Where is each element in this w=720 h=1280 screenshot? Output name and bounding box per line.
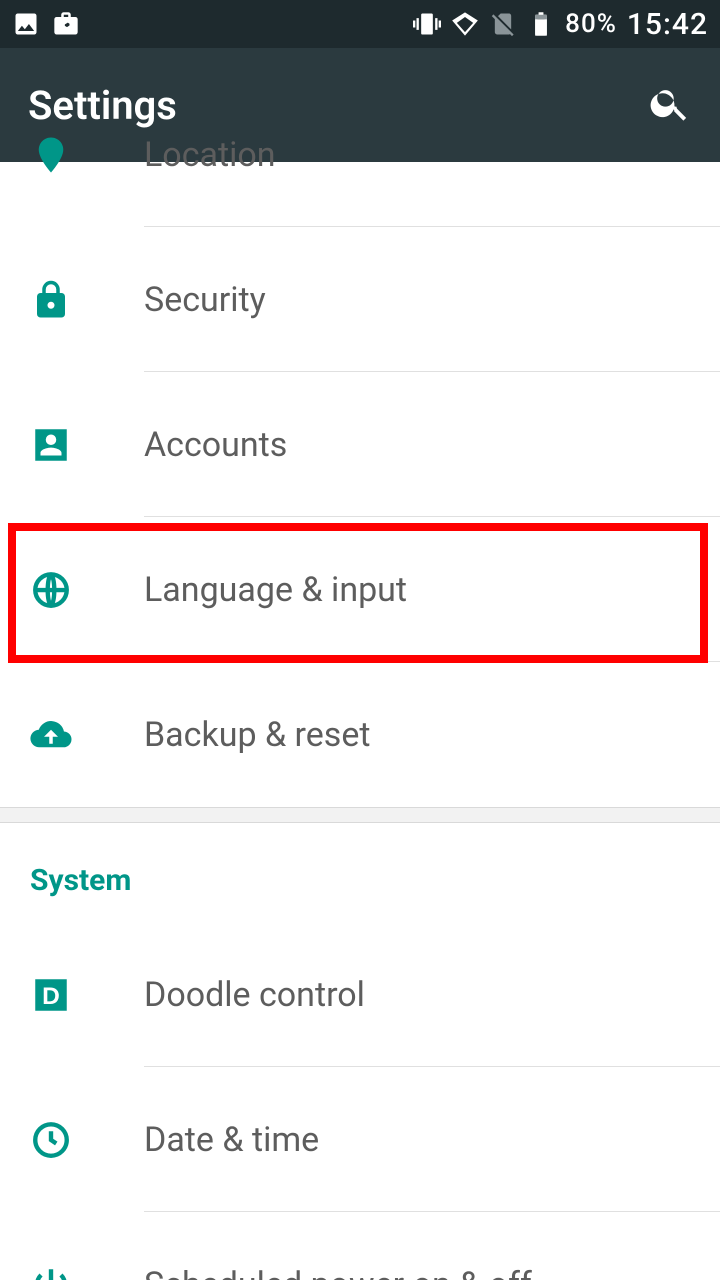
account-icon	[30, 424, 72, 466]
item-label: Security	[144, 280, 266, 320]
item-label: Language & input	[144, 570, 407, 610]
vibrate-icon	[413, 10, 441, 38]
no-sim-icon	[489, 10, 517, 38]
wifi-icon	[451, 10, 479, 38]
power-icon	[30, 1264, 72, 1280]
item-label: Accounts	[144, 425, 287, 465]
item-label: Date & time	[144, 1120, 319, 1160]
globe-icon	[30, 569, 72, 611]
doodle-icon: D	[30, 974, 72, 1016]
svg-text:D: D	[42, 982, 60, 1009]
section-header-system: System	[0, 823, 720, 922]
settings-item-scheduled-power[interactable]: Scheduled power on & off	[0, 1212, 720, 1280]
settings-list: Location Security Accounts Language & in…	[0, 82, 720, 1280]
cloud-upload-icon	[30, 714, 72, 756]
clock-icon	[30, 1119, 72, 1161]
item-label: Doodle control	[144, 975, 365, 1015]
picture-icon	[12, 10, 40, 38]
lock-icon	[30, 279, 72, 321]
item-label: Location	[144, 135, 276, 175]
settings-item-accounts[interactable]: Accounts	[0, 372, 720, 517]
settings-item-security[interactable]: Security	[0, 227, 720, 372]
location-icon	[30, 134, 72, 176]
settings-item-backup-reset[interactable]: Backup & reset	[0, 662, 720, 807]
section-divider	[0, 807, 720, 823]
settings-item-location[interactable]: Location	[0, 82, 720, 227]
item-label: Scheduled power on & off	[144, 1265, 532, 1280]
settings-item-doodle-control[interactable]: D Doodle control	[0, 922, 720, 1067]
status-bar: 80% 15:42	[0, 0, 720, 48]
battery-percent: 80%	[565, 9, 617, 39]
play-store-icon	[52, 10, 80, 38]
settings-item-language-input[interactable]: Language & input	[0, 517, 720, 662]
settings-item-date-time[interactable]: Date & time	[0, 1067, 720, 1212]
battery-icon	[527, 10, 555, 38]
clock-text: 15:42	[627, 7, 708, 42]
item-label: Backup & reset	[144, 715, 371, 755]
